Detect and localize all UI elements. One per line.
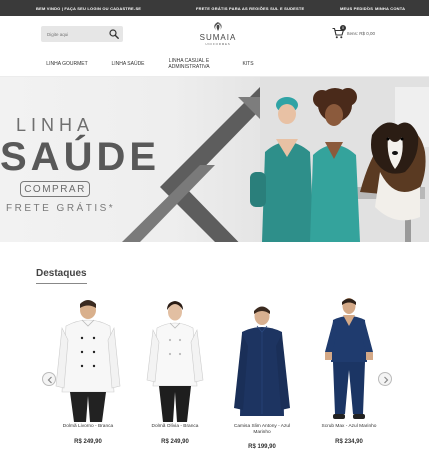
product-name[interactable]: Camisa Slim Antony - Azul Marinho <box>226 424 298 435</box>
banner-line1: LINHA <box>16 115 95 135</box>
top-bar: BEM VINDO | FAÇA SEU LOGIN OU CADASTRE-S… <box>0 0 429 16</box>
product-price: R$ 199,90 <box>248 444 276 450</box>
search-icon[interactable] <box>109 29 119 39</box>
top-bar-separator: | <box>367 5 369 10</box>
logo-name: SUMAIA <box>199 33 237 42</box>
banner-shipping-text: FRETE GRÁTIS* <box>6 203 116 214</box>
logo-subtitle: UNIFORMES <box>205 42 231 46</box>
nav-linha-saude[interactable]: LINHA SAÚDE <box>108 61 148 68</box>
search-box <box>41 26 123 42</box>
banner-buy-button[interactable]: COMPRAR <box>20 181 90 197</box>
product-price: R$ 234,90 <box>335 439 363 445</box>
product-name[interactable]: Dolmã Livorno - Branca <box>52 424 124 430</box>
navy-scrub-man-icon <box>325 298 373 419</box>
free-shipping-notice: FRETE GRÁTIS PARA AS REGIÕES SUL E SUDES… <box>196 6 305 11</box>
login-link[interactable]: BEM VINDO | FAÇA SEU LOGIN OU CADASTRE-S… <box>36 6 141 11</box>
white-chef-jacket-man-icon <box>55 300 121 422</box>
white-chef-jacket-woman-icon <box>146 301 204 422</box>
section-title: Destaques <box>36 268 87 279</box>
hero-banner[interactable]: LINHA SAÚDE COMPRAR FRETE GRÁTIS* <box>0 77 429 242</box>
logo-mark-icon <box>214 22 222 31</box>
nav-linha-casual[interactable]: LINHA CASUAL E ADMINISTRATIVA <box>164 58 214 70</box>
navy-shirt-man-icon <box>234 306 290 416</box>
nav-kits[interactable]: KITS <box>236 61 260 68</box>
brand-logo[interactable]: SUMAIA UNIFORMES <box>193 21 243 47</box>
product-name[interactable]: Scrub Max - Azul Marinho <box>313 424 385 430</box>
nav-linha-gourmet[interactable]: LINHA GOURMET <box>42 61 92 68</box>
cart-count-badge: 0 <box>340 25 346 31</box>
my-account-link[interactable]: MINHA CONTA <box>375 6 405 11</box>
product-price: R$ 249,90 <box>74 439 102 445</box>
banner-line2: SAÚDE <box>0 135 161 179</box>
product-name[interactable]: Dolmã Olívia - Branca <box>139 424 211 430</box>
cart-summary[interactable]: Itens: R$ 0,00 <box>347 31 375 36</box>
section-title-underline <box>36 283 87 284</box>
search-input[interactable] <box>47 29 103 39</box>
product-price: R$ 249,90 <box>161 439 189 445</box>
